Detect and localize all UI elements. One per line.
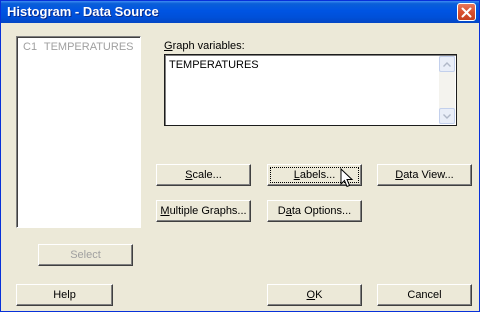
- graph-variables-label: Graph variables:: [164, 40, 245, 52]
- close-button[interactable]: [457, 3, 476, 21]
- chevron-up-icon: [443, 58, 451, 70]
- graph-variables-value: TEMPERATURES: [169, 59, 259, 71]
- variables-list[interactable]: C1 TEMPERATURES: [16, 36, 141, 228]
- close-icon: [461, 7, 472, 18]
- scroll-up-button[interactable]: [439, 56, 455, 72]
- scale-button[interactable]: Scale...: [156, 164, 251, 186]
- data-options-button[interactable]: Da ta Options...: [267, 200, 362, 222]
- dialog-window: Histogram - Data Source C1 TEMPERATURES …: [0, 0, 480, 312]
- ok-button[interactable]: OK: [267, 284, 362, 306]
- help-button[interactable]: Help: [16, 284, 113, 306]
- title-bar[interactable]: Histogram - Data Source: [1, 1, 479, 23]
- multiple-graphs-button[interactable]: Multiple Graphs...: [156, 200, 251, 222]
- labels-button[interactable]: Labels...: [267, 164, 362, 186]
- window-title: Histogram - Data Source: [7, 4, 159, 19]
- graph-variables-field[interactable]: TEMPERATURES: [164, 54, 457, 126]
- graph-variables-scrollbar[interactable]: [439, 56, 455, 124]
- list-item[interactable]: C1 TEMPERATURES: [23, 41, 134, 53]
- data-view-button[interactable]: Data View...: [377, 164, 472, 186]
- column-id: C1: [23, 41, 38, 53]
- select-button[interactable]: Select: [38, 244, 133, 266]
- chevron-down-icon: [443, 110, 451, 122]
- column-name: TEMPERATURES: [43, 41, 134, 53]
- cancel-button[interactable]: Cancel: [377, 284, 472, 306]
- scroll-down-button[interactable]: [439, 108, 455, 124]
